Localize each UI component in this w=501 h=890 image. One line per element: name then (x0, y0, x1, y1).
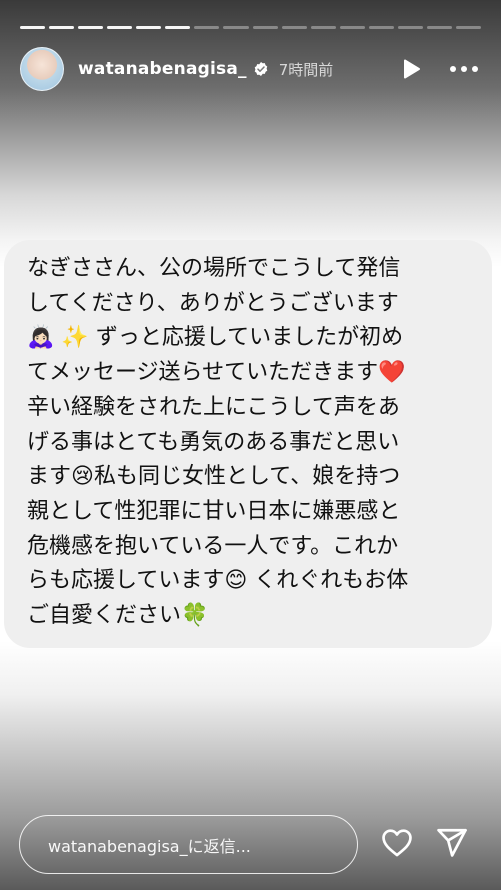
progress-segment (368, 26, 394, 29)
avatar[interactable] (20, 47, 64, 91)
progress-segment (310, 26, 336, 29)
message-line: らも応援しています😊 くれぐれもお体 (27, 568, 409, 594)
progress-segment (339, 26, 365, 29)
play-icon[interactable] (399, 57, 423, 81)
progress-segment (78, 26, 104, 29)
message-line: 危機感を抱いている一人です。これか (27, 533, 399, 559)
reply-input[interactable]: watanabenagisa_に返信... (19, 815, 358, 874)
sparkles-emoji: ✨ (61, 325, 89, 351)
username[interactable]: watanabenagisa_ (78, 59, 247, 79)
story-header: watanabenagisa_ 7時間前 (20, 46, 479, 92)
message-line: てメッセージ送らせていただきます❤️ (27, 360, 406, 386)
progress-segment (397, 26, 423, 29)
progress-segment (49, 26, 75, 29)
progress-segment (455, 26, 481, 29)
heart-icon[interactable] (380, 826, 414, 860)
message-line: 辛い経験をされた上にこうして声をあ (27, 394, 400, 420)
progress-segment (136, 26, 162, 29)
verified-badge-icon (254, 62, 267, 76)
message-text: なぎささん、公の場所でこうして発信 してくださり、ありがとうございます 🙇🏻‍♀… (27, 252, 472, 634)
more-options-icon[interactable] (449, 57, 479, 81)
message-line: げる事はとても勇気のある事だと思い (27, 429, 400, 455)
progress-segment (20, 26, 46, 29)
progress-segment (194, 26, 220, 29)
progress-segment (223, 26, 249, 29)
message-card: なぎささん、公の場所でこうして発信 してくださり、ありがとうございます 🙇🏻‍♀… (4, 240, 492, 648)
post-time: 7時間前 (278, 60, 334, 79)
message-line: ます😢私も同じ女性として、娘を持つ (27, 464, 401, 490)
message-line: してくださり、ありがとうございます (27, 290, 399, 316)
progress-segment (165, 26, 191, 29)
red-heart-emoji: ❤️ (378, 360, 406, 386)
message-line: 🙇🏻‍♀️ ✨ ずっと応援していましたが初め (27, 325, 404, 351)
message-line: ご自愛ください🍀 (27, 603, 209, 629)
message-line: 親として性犯罪に甘い日本に嫌悪感と (27, 498, 401, 524)
message-line: なぎささん、公の場所でこうして発信 (27, 256, 401, 281)
story-progress-bar (20, 26, 481, 29)
progress-segment (426, 26, 452, 29)
progress-segment (252, 26, 278, 29)
reply-placeholder: watanabenagisa_に返信... (48, 836, 251, 856)
bowing-woman-emoji: 🙇🏻‍♀️ (27, 325, 55, 351)
send-icon[interactable] (435, 826, 469, 860)
smiling-face-emoji: 😊 (224, 568, 248, 594)
progress-segment (107, 26, 133, 29)
four-leaf-clover-emoji: 🍀 (181, 603, 209, 629)
crying-face-emoji: 😢 (71, 464, 94, 490)
progress-segment (281, 26, 307, 29)
